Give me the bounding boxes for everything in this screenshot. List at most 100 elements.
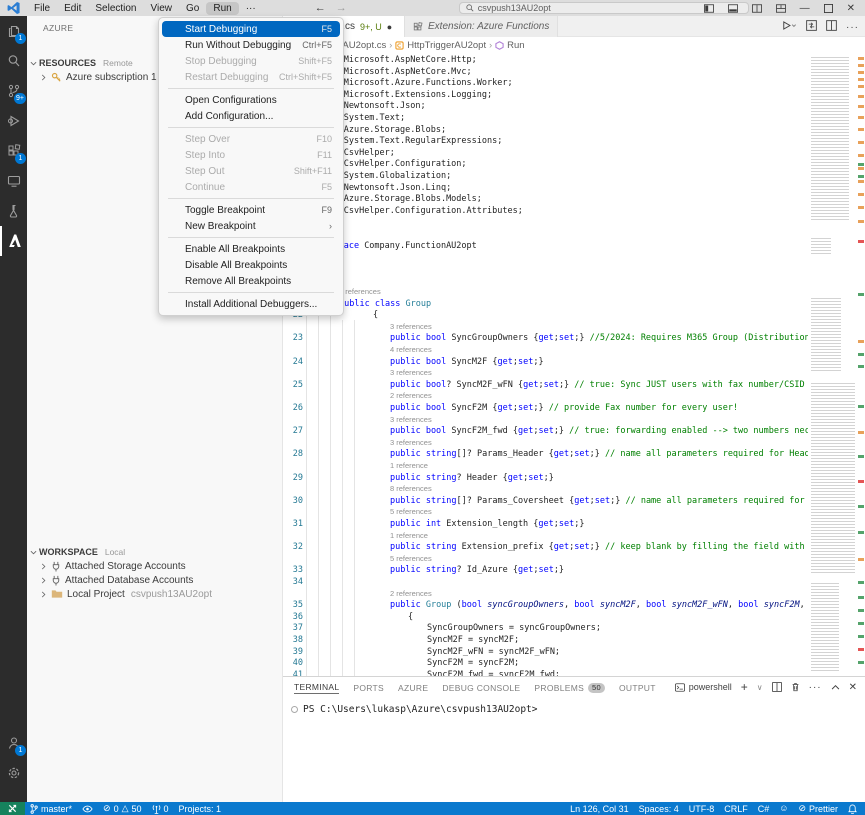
- menubar-edit[interactable]: Edit: [57, 2, 88, 15]
- menu-item-remove-all-breakpoints[interactable]: Remove All Breakpoints: [162, 273, 340, 289]
- code-editor[interactable]: 1using Microsoft.AspNetCore.Http;2using …: [283, 53, 808, 676]
- menubar-go[interactable]: Go: [179, 2, 206, 15]
- more-actions-button[interactable]: ···: [846, 22, 859, 33]
- menu-item-disable-all-breakpoints[interactable]: Disable All Breakpoints: [162, 257, 340, 273]
- line-number[interactable]: 37: [283, 623, 303, 633]
- accounts-icon[interactable]: 1: [0, 728, 27, 758]
- menu-item-run-without-debugging[interactable]: Run Without DebuggingCtrl+F5: [162, 37, 340, 53]
- line-number[interactable]: 36: [283, 612, 303, 622]
- menu-item-add-configuration[interactable]: Add Configuration...: [162, 108, 340, 124]
- open-changes-button[interactable]: [806, 20, 817, 34]
- panel-tab-terminal[interactable]: TERMINAL: [294, 682, 339, 694]
- line-number[interactable]: 24: [283, 357, 303, 367]
- testing-icon[interactable]: [0, 196, 27, 226]
- split-editor-button[interactable]: [826, 20, 837, 34]
- panel-more-actions-icon[interactable]: ···: [809, 682, 822, 693]
- menu-item-enable-all-breakpoints[interactable]: Enable All Breakpoints: [162, 241, 340, 257]
- line-number[interactable]: 28: [283, 449, 303, 459]
- language-mode-item[interactable]: C#: [753, 804, 775, 814]
- line-number[interactable]: 31: [283, 519, 303, 529]
- terminal-dropdown-icon[interactable]: ∨: [757, 683, 763, 692]
- encoding-item[interactable]: UTF-8: [684, 804, 720, 814]
- close-window-button[interactable]: ✕: [847, 3, 855, 14]
- panel-tab-problems[interactable]: PROBLEMS50: [534, 683, 605, 693]
- explorer-icon[interactable]: 1: [0, 16, 27, 46]
- line-number[interactable]: 27: [283, 426, 303, 436]
- problems-summary[interactable]: ⊘ 0 △ 50: [98, 804, 147, 814]
- tree-item-attached-storage-accounts[interactable]: Attached Storage Accounts: [27, 559, 283, 573]
- panel-tab-debug-console[interactable]: DEBUG CONSOLE: [442, 683, 520, 693]
- menu-item-toggle-breakpoint[interactable]: Toggle BreakpointF9: [162, 202, 340, 218]
- eol-item[interactable]: CRLF: [719, 804, 753, 814]
- line-number[interactable]: 29: [283, 473, 303, 483]
- section-header[interactable]: WORKSPACELocal: [27, 545, 283, 559]
- customize-layout-icon[interactable]: [776, 4, 786, 13]
- maximize-panel-icon[interactable]: [831, 684, 840, 690]
- minimize-button[interactable]: —: [800, 3, 810, 14]
- line-number[interactable]: 32: [283, 542, 303, 552]
- projects-item[interactable]: Projects: 1: [174, 804, 227, 814]
- menu-item-start-debugging[interactable]: Start DebuggingF5: [162, 21, 340, 37]
- nav-forward-icon[interactable]: →: [336, 2, 347, 14]
- line-number[interactable]: 26: [283, 403, 303, 413]
- chevron-down-icon: [30, 60, 37, 67]
- line-number[interactable]: 23: [283, 333, 303, 343]
- search-view-icon[interactable]: [0, 46, 27, 76]
- settings-gear-icon[interactable]: [0, 758, 27, 788]
- menubar-selection[interactable]: Selection: [88, 2, 143, 15]
- menubar-file[interactable]: File: [27, 2, 57, 15]
- indentation-item[interactable]: Spaces: 4: [634, 804, 684, 814]
- remote-indicator[interactable]: [0, 802, 25, 815]
- maximize-button[interactable]: [824, 4, 833, 13]
- split-editor-icon[interactable]: [752, 4, 762, 13]
- tab-label: Extension: Azure Functions: [428, 21, 549, 32]
- panel-tab-azure[interactable]: AZURE: [398, 683, 428, 693]
- editor-tab-2[interactable]: Extension: Azure Functions: [405, 16, 558, 37]
- breadcrumb-item-1[interactable]: HttpTriggerAU2opt: [407, 40, 486, 51]
- notifications-bell-icon[interactable]: [843, 804, 865, 814]
- tree-item-local-project[interactable]: Local Projectcsvpush13AU2opt: [27, 587, 283, 601]
- toggle-sidebar-icon[interactable]: [704, 4, 714, 13]
- minimap[interactable]: [808, 53, 858, 676]
- source-control-icon[interactable]: 9+: [0, 76, 27, 106]
- nav-back-icon[interactable]: ←: [315, 2, 326, 14]
- close-panel-icon[interactable]: ✕: [849, 682, 857, 693]
- feedback-smiley-icon[interactable]: ☺: [774, 804, 793, 813]
- toggle-panel-icon[interactable]: [728, 4, 738, 13]
- menubar-run[interactable]: Run: [206, 2, 238, 15]
- line-number[interactable]: 35: [283, 600, 303, 610]
- cursor-position[interactable]: Ln 126, Col 31: [565, 804, 634, 814]
- menubar-[interactable]: ···: [239, 2, 263, 15]
- panel-tab-output[interactable]: OUTPUT: [619, 683, 656, 693]
- breadcrumb-item-2[interactable]: Run: [507, 40, 524, 51]
- ports-item[interactable]: 0: [147, 804, 174, 814]
- menu-item-new-breakpoint[interactable]: New Breakpoint›: [162, 218, 340, 234]
- split-terminal-icon[interactable]: [772, 682, 782, 692]
- menu-item-install-additional-debuggers[interactable]: Install Additional Debuggers...: [162, 296, 340, 312]
- terminal-prompt-line[interactable]: PS C:\Users\lukasp\Azure\csvpush13AU2opt…: [291, 704, 538, 715]
- menu-item-open-configurations[interactable]: Open Configurations: [162, 92, 340, 108]
- gitlens-toggle[interactable]: [77, 805, 98, 813]
- run-or-debug-button[interactable]: [782, 20, 797, 34]
- dirty-indicator[interactable]: ●: [387, 22, 392, 32]
- remote-explorer-icon[interactable]: [0, 166, 27, 196]
- terminal-shell-chip[interactable]: powershell: [675, 682, 732, 692]
- azure-view-icon[interactable]: [0, 226, 27, 256]
- line-number[interactable]: 25: [283, 380, 303, 390]
- line-number[interactable]: 40: [283, 658, 303, 668]
- new-terminal-button[interactable]: +: [741, 680, 748, 694]
- tree-item-attached-database-accounts[interactable]: Attached Database Accounts: [27, 573, 283, 587]
- line-number[interactable]: 33: [283, 565, 303, 575]
- git-branch-item[interactable]: master*: [25, 804, 77, 814]
- bottom-panel: TERMINAL PORTS AZURE DEBUG CONSOLE PROBLEMS5…: [283, 676, 865, 802]
- prettier-item[interactable]: ⊘ Prettier: [793, 804, 843, 814]
- kill-terminal-icon[interactable]: [791, 682, 800, 692]
- run-debug-icon[interactable]: [0, 106, 27, 136]
- line-number[interactable]: 34: [283, 577, 303, 587]
- line-number[interactable]: 38: [283, 635, 303, 645]
- panel-tab-ports[interactable]: PORTS: [353, 683, 384, 693]
- line-number[interactable]: 39: [283, 647, 303, 657]
- line-number[interactable]: 30: [283, 496, 303, 506]
- menubar-view[interactable]: View: [144, 2, 180, 15]
- extensions-icon[interactable]: 1: [0, 136, 27, 166]
